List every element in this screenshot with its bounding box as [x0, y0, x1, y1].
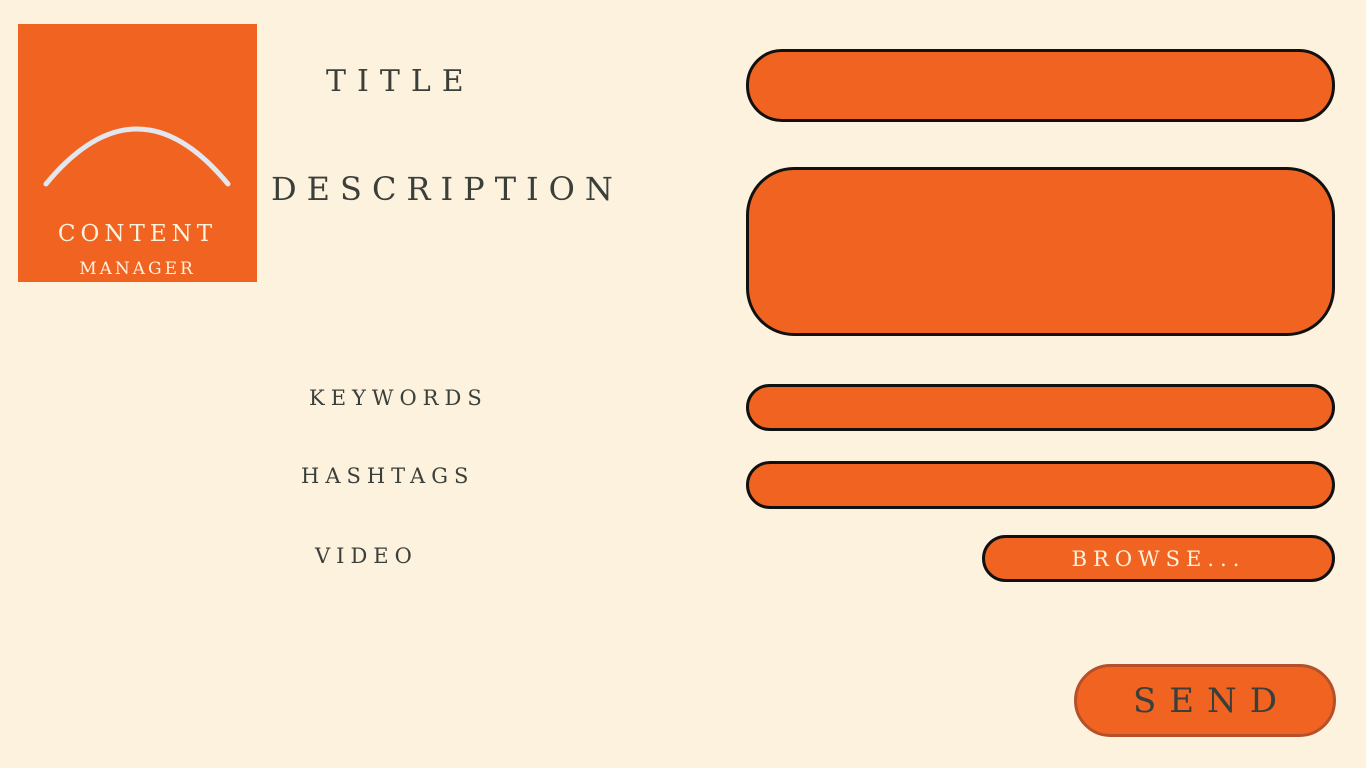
logo-text-content: CONTENT: [57, 221, 218, 247]
video-label: VIDEO: [315, 544, 418, 568]
keywords-input[interactable]: [746, 384, 1335, 431]
hashtags-input[interactable]: [746, 461, 1335, 509]
title-input[interactable]: [746, 49, 1335, 122]
browse-video-button[interactable]: BROWSE...: [982, 535, 1335, 582]
description-label: DESCRIPTION: [271, 170, 623, 208]
send-button[interactable]: SEND: [1074, 664, 1336, 737]
description-textarea[interactable]: [746, 167, 1335, 336]
hashtags-label: HASHTAGS: [301, 464, 475, 488]
keywords-label: KEYWORDS: [309, 386, 488, 410]
title-label: TITLE: [326, 64, 475, 99]
logo-text-manager: MANAGER: [79, 259, 196, 279]
app-logo: CONTENT MANAGER: [18, 24, 257, 282]
